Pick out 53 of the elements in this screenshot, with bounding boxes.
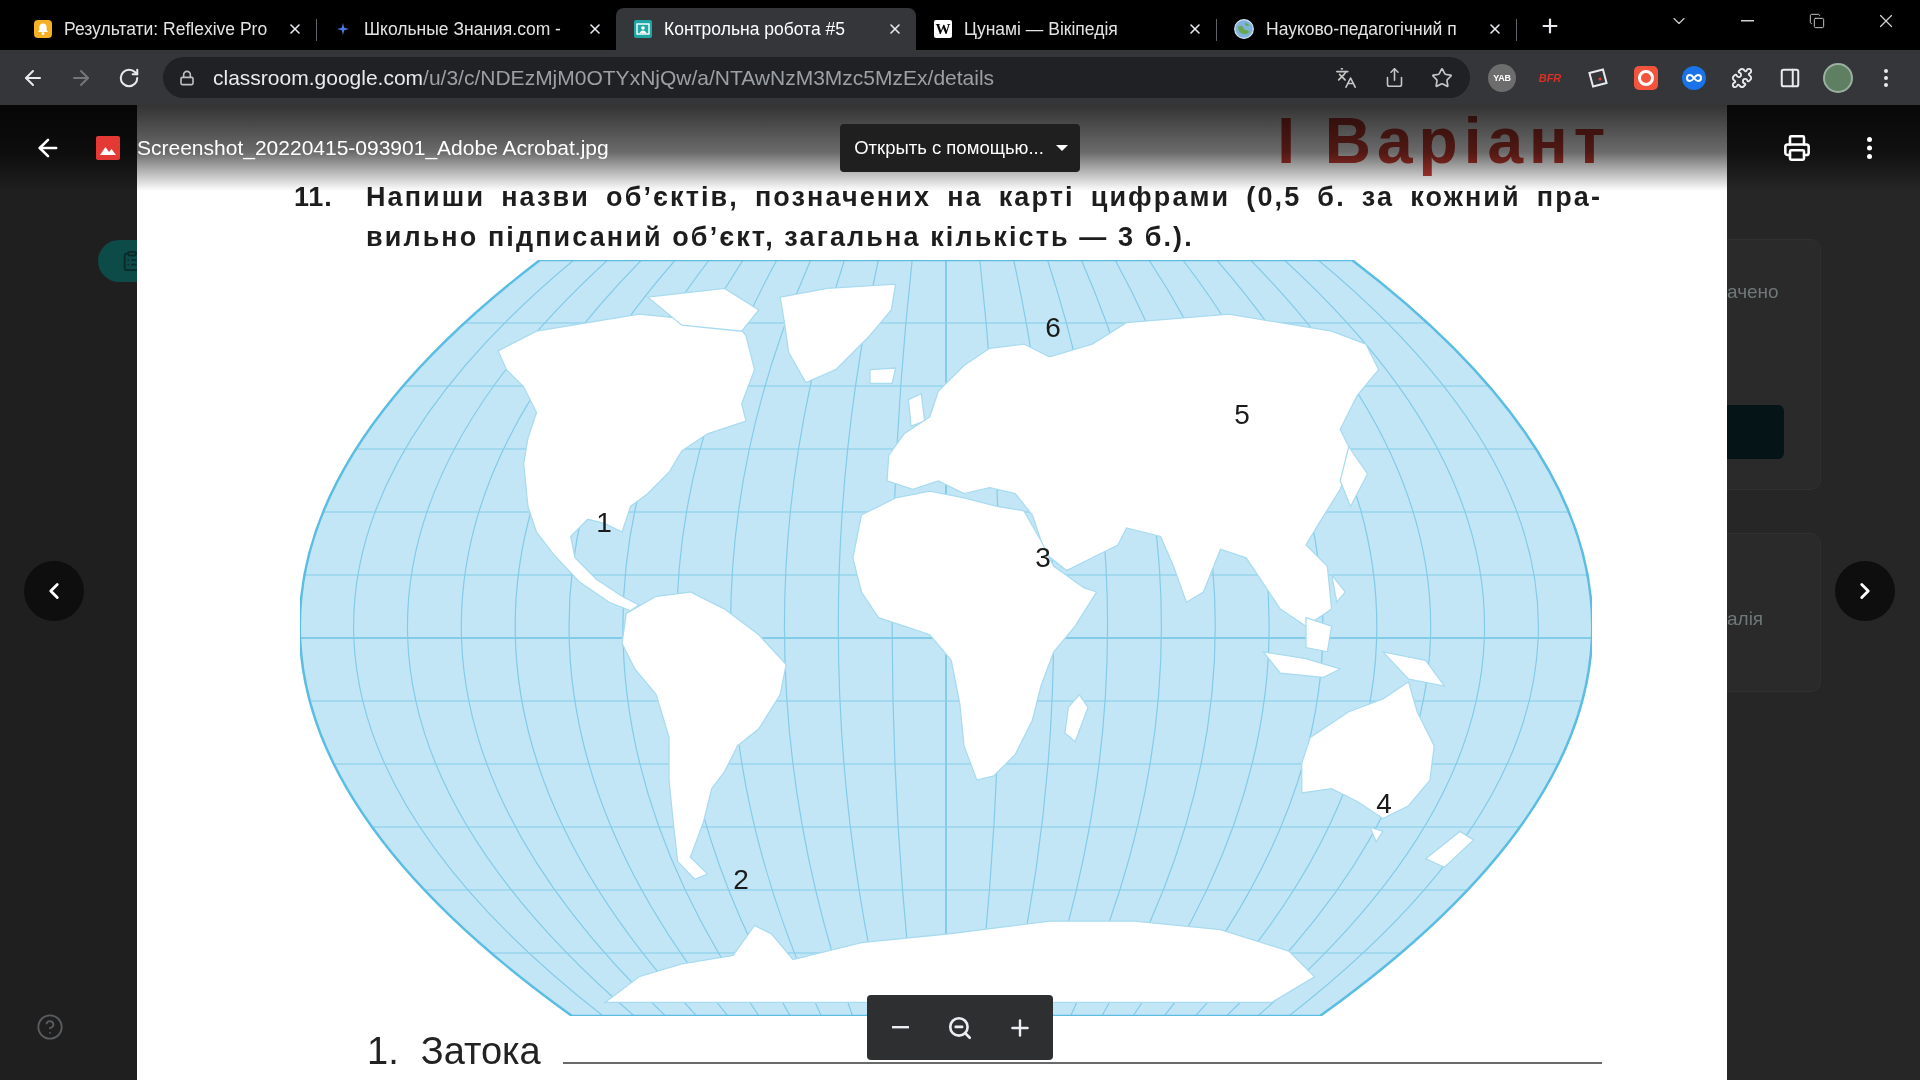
close-icon: [587, 21, 603, 37]
map-number-label: 6: [1045, 312, 1061, 343]
open-with-button[interactable]: Открыть с помощью...: [840, 124, 1080, 172]
globe-icon: [1234, 19, 1254, 39]
reload-icon: [118, 66, 140, 89]
more-icon: [1884, 68, 1888, 87]
tab[interactable]: Результати: Reflexive Pro: [16, 8, 316, 50]
minus-icon: [891, 1026, 909, 1029]
card-label: алія: [1727, 608, 1764, 630]
clipboard-icon: [98, 240, 137, 282]
side-panel-icon: [1779, 66, 1801, 89]
card-label: ачено: [1727, 281, 1779, 303]
answer-number: 1.: [367, 1029, 399, 1073]
person-tile-icon: [634, 20, 652, 38]
minimize-icon: [1741, 20, 1754, 22]
url-text[interactable]: classroom.google.com/u/3/c/NDEzMjM0OTYxNjQw/a/NTAwNzM3Mzc5MzEx/details: [213, 65, 995, 90]
translate-icon: [1335, 66, 1357, 89]
tab[interactable]: Школьные Знания.com -: [316, 8, 616, 50]
more-icon: [1866, 137, 1872, 159]
zoom-icon: [947, 1014, 973, 1041]
lock-icon: [179, 69, 195, 86]
map-number-label: 3: [1035, 542, 1051, 573]
map-number-label: 4: [1376, 788, 1392, 819]
close-icon: [1187, 21, 1203, 37]
tab[interactable]: W Цунамі — Вікіпедія: [916, 8, 1216, 50]
help-icon[interactable]: [36, 1013, 64, 1041]
extension-button[interactable]: YAB: [1488, 63, 1516, 92]
profile-avatar[interactable]: [1823, 62, 1853, 93]
close-icon: [287, 21, 303, 37]
image-file-icon: [96, 136, 120, 160]
question-number: 11.: [294, 181, 334, 214]
puzzle-icon: [1731, 66, 1753, 89]
tab[interactable]: Науково-педагогічний п: [1216, 8, 1516, 50]
map-number-label: 5: [1234, 399, 1250, 430]
map-number-label: 1: [596, 507, 612, 538]
bell-icon: [34, 20, 52, 38]
infinity-icon: [1682, 65, 1706, 90]
letter-tile-icon: W: [934, 20, 952, 38]
answer-label: Затока: [420, 1029, 541, 1073]
tab[interactable]: Контрольна робота #5: [616, 8, 916, 50]
address-bar[interactable]: classroom.google.com/u/3/c/NDEzMjM0OTYxNjQw/a/NTAwNzM3Mzc5MzEx/details: [163, 57, 1470, 98]
restore-icon: [1808, 13, 1825, 29]
file-name: Screenshot_20220415-093901_Adobe Acrobat.jpg: [137, 136, 609, 160]
map-number-label: 2: [733, 864, 749, 895]
caret-down-icon: [1055, 145, 1068, 151]
ring-tile-icon: [1634, 65, 1658, 90]
question-text: Напиши назви об’єктів, позначених на карті цифрами (0,5 б. за кожний пра- вильно підписаний об’єкт, загальна кількість — 3 б.).: [366, 181, 1602, 254]
printer-icon: [1783, 134, 1811, 162]
close-icon: [1487, 21, 1503, 37]
variant-heading: І Варіант: [1277, 105, 1611, 177]
star-icon: [1431, 66, 1453, 89]
close-icon: [887, 21, 903, 37]
sparkle-icon: [337, 23, 349, 35]
